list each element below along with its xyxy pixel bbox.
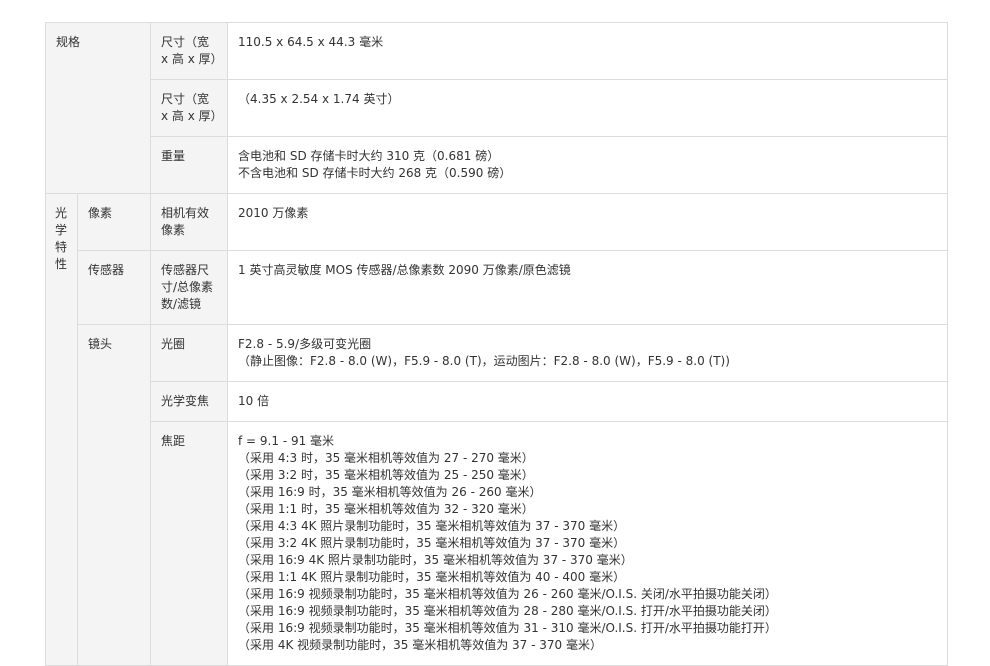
table-row: 镜头 光圈 F2.8 - 5.9/多级可变光圈 （静止图像：F2.8 - 8.0… bbox=[46, 324, 949, 666]
spec-table: 规格 尺寸（宽 x 高 x 厚） 110.5 x 64.5 x 44.3 毫米 … bbox=[44, 22, 949, 666]
weight-line: 含电池和 SD 存储卡时大约 310 克（0.681 磅） bbox=[238, 149, 500, 163]
category-optics-char: 特 bbox=[55, 240, 68, 254]
focal-line: （采用 3:2 4K 照片录制功能时，35 毫米相机等效值为 37 - 370 … bbox=[238, 536, 626, 550]
focal-line: （采用 16:9 时，35 毫米相机等效值为 26 - 260 毫米） bbox=[238, 485, 542, 499]
sub-lens: 镜头 bbox=[76, 324, 152, 666]
label-focal-length: 焦距 bbox=[150, 421, 229, 666]
value-focal-length: f = 9.1 - 91 毫米 （采用 4:3 时，35 毫米相机等效值为 27… bbox=[227, 421, 949, 666]
focal-line: （采用 16:9 视频录制功能时，35 毫米相机等效值为 26 - 260 毫米… bbox=[238, 587, 777, 601]
value-optical-zoom: 10 倍 bbox=[227, 381, 949, 422]
label-size-inch: 尺寸（宽 x 高 x 厚） bbox=[150, 79, 229, 137]
label-optical-zoom: 光学变焦 bbox=[150, 381, 229, 422]
focal-line: （采用 16:9 视频录制功能时，35 毫米相机等效值为 28 - 280 毫米… bbox=[238, 604, 777, 618]
sub-sensor: 传感器 bbox=[76, 250, 152, 325]
focal-line: （采用 1:1 时，35 毫米相机等效值为 32 - 320 毫米） bbox=[238, 502, 534, 516]
focal-line: （采用 4:3 4K 照片录制功能时，35 毫米相机等效值为 37 - 370 … bbox=[238, 519, 626, 533]
focal-line: （采用 16:9 视频录制功能时，35 毫米相机等效值为 31 - 310 毫米… bbox=[238, 621, 777, 635]
value-size-inch: （4.35 x 2.54 x 1.74 英寸） bbox=[227, 79, 949, 137]
value-weight: 含电池和 SD 存储卡时大约 310 克（0.681 磅） 不含电池和 SD 存… bbox=[227, 136, 949, 194]
value-size-mm: 110.5 x 64.5 x 44.3 毫米 bbox=[227, 22, 949, 80]
category-optics-char: 性 bbox=[55, 257, 68, 271]
weight-line: 不含电池和 SD 存储卡时大约 268 克（0.590 磅） bbox=[238, 166, 512, 180]
label-size: 尺寸（宽 x 高 x 厚） bbox=[150, 22, 229, 80]
value-sensor: 1 英寸高灵敏度 MOS 传感器/总像素数 2090 万像素/原色滤镜 bbox=[227, 250, 949, 325]
value-aperture: F2.8 - 5.9/多级可变光圈 （静止图像：F2.8 - 8.0 (W)，F… bbox=[227, 324, 949, 382]
value-effective-pixels: 2010 万像素 bbox=[227, 193, 949, 251]
table-row: 重量 含电池和 SD 存储卡时大约 310 克（0.681 磅） 不含电池和 S… bbox=[46, 136, 949, 194]
aperture-line: F2.8 - 5.9/多级可变光圈 bbox=[238, 337, 372, 351]
focal-line: （采用 3:2 时，35 毫米相机等效值为 25 - 250 毫米） bbox=[238, 468, 534, 482]
category-spec: 规格 bbox=[44, 22, 152, 194]
label-effective-pixels: 相机有效像素 bbox=[150, 193, 229, 251]
focal-line: （采用 16:9 4K 照片录制功能时，35 毫米相机等效值为 37 - 370… bbox=[238, 553, 633, 567]
sub-pixels: 像素 bbox=[76, 193, 152, 251]
focal-line: （采用 4K 视频录制功能时，35 毫米相机等效值为 37 - 370 毫米） bbox=[238, 638, 602, 652]
table-row: 规格 尺寸（宽 x 高 x 厚） 110.5 x 64.5 x 44.3 毫米 bbox=[44, 22, 949, 194]
label-weight: 重量 bbox=[150, 136, 229, 194]
focal-line: f = 9.1 - 91 毫米 bbox=[238, 434, 335, 448]
table-row: 光 学 特 性 像素 相机有效像素 2010 万像素 bbox=[45, 193, 949, 666]
category-optics-char: 光 bbox=[55, 206, 68, 220]
category-optics: 光 学 特 性 bbox=[45, 193, 78, 666]
table-row: 尺寸（宽 x 高 x 厚） （4.35 x 2.54 x 1.74 英寸） bbox=[46, 79, 949, 137]
label-aperture: 光圈 bbox=[150, 324, 229, 382]
table-row: 传感器 传感器尺寸/总像素数/滤镜 1 英寸高灵敏度 MOS 传感器/总像素数 … bbox=[46, 250, 949, 325]
focal-line: （采用 1:1 4K 照片录制功能时，35 毫米相机等效值为 40 - 400 … bbox=[238, 570, 626, 584]
category-optics-char: 学 bbox=[55, 223, 68, 237]
focal-line: （采用 4:3 时，35 毫米相机等效值为 27 - 270 毫米） bbox=[238, 451, 534, 465]
table-row: 焦距 f = 9.1 - 91 毫米 （采用 4:3 时，35 毫米相机等效值为… bbox=[46, 421, 949, 666]
table-row: 光学变焦 10 倍 bbox=[46, 381, 949, 422]
label-sensor: 传感器尺寸/总像素数/滤镜 bbox=[150, 250, 229, 325]
aperture-line: （静止图像：F2.8 - 8.0 (W)，F5.9 - 8.0 (T)，运动图片… bbox=[238, 354, 730, 368]
